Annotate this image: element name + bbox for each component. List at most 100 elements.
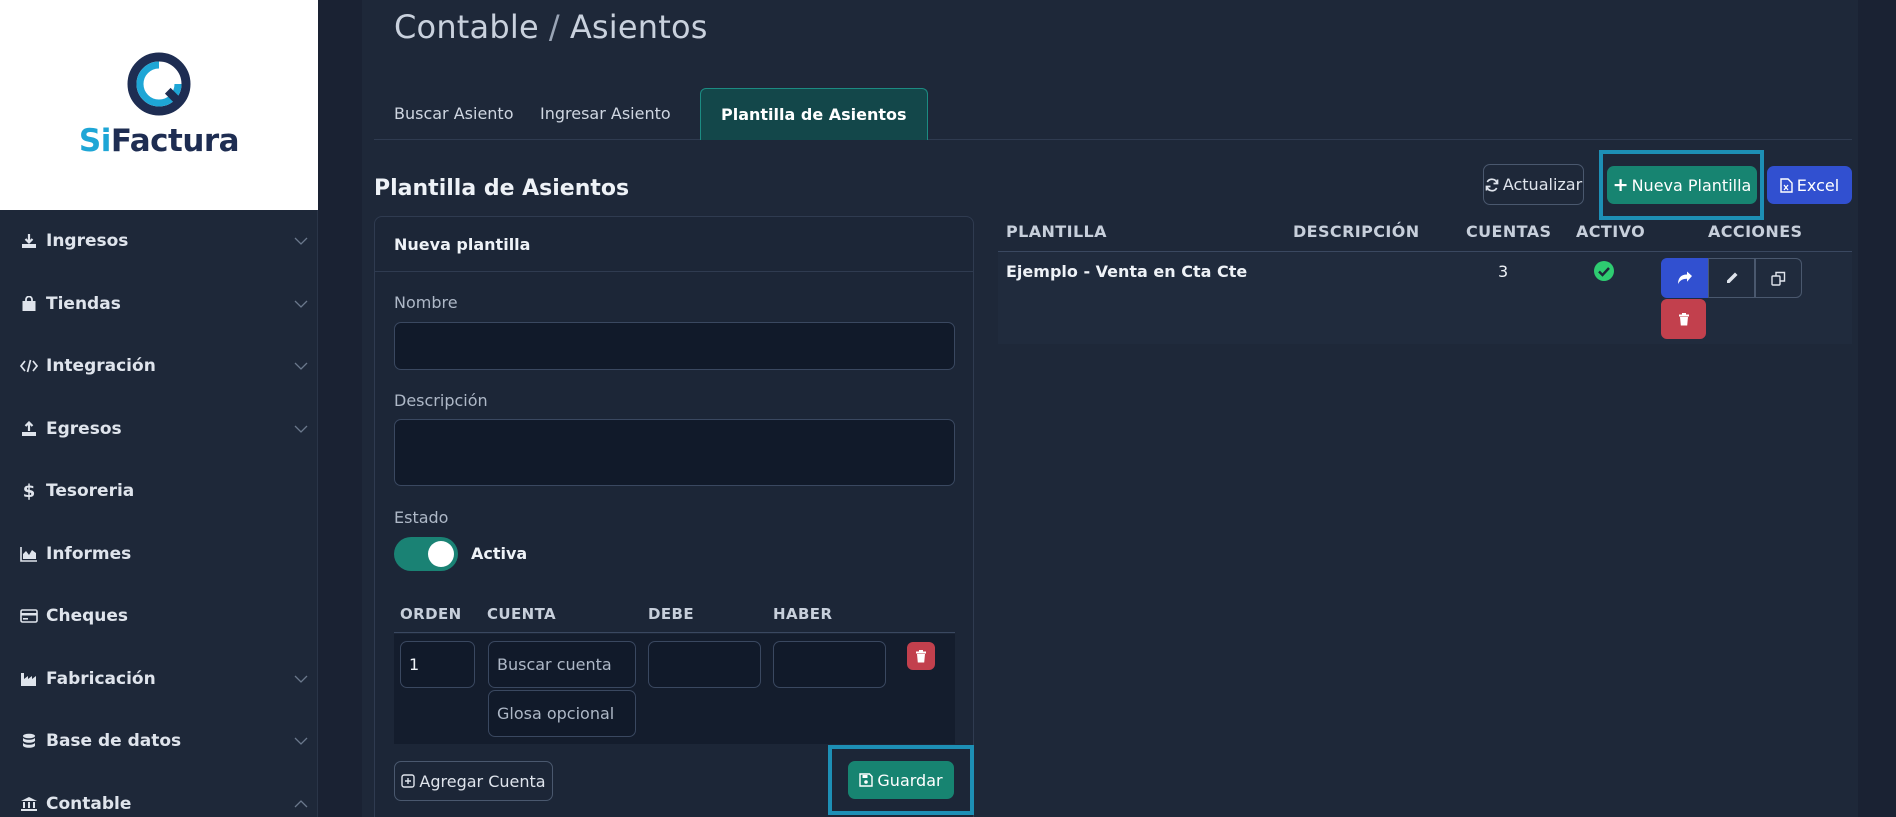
apply-template-button[interactable] [1661,258,1708,298]
breadcrumb: Contable / Asientos [394,8,708,46]
brand-logo[interactable]: SiFactura [0,0,318,210]
toggle-knob [428,541,454,567]
status-value: Activa [471,544,528,563]
accounts-table-header: ORDEN CUENTA DEBE HABER [394,597,955,633]
add-account-button[interactable]: Agregar Cuenta [394,761,553,801]
name-label: Nombre [394,293,458,312]
gloss-input[interactable]: Glosa opcional [488,690,636,737]
column-cuentas: CUENTAS [1466,222,1552,241]
sidebar-item-tesoreria[interactable]: $ Tesoreria [0,460,318,523]
sidebar-item-integracion[interactable]: Integración [0,335,318,398]
chevron-down-icon[interactable] [294,297,308,311]
pencil-icon [1726,272,1737,283]
sidebar-item-label: Contable [46,793,132,814]
add-account-label: Agregar Cuenta [419,771,546,791]
sidebar-item-label: Fabricación [46,668,156,689]
breadcrumb-asientos: Asientos [569,8,708,46]
delete-template-button[interactable] [1661,299,1706,339]
new-template-label: Nueva Plantilla [1631,175,1752,195]
name-input[interactable] [394,322,955,370]
share-icon [1677,271,1692,284]
sidebar-item-label: Cheques [46,606,129,627]
template-name: Ejemplo - Venta en Cta Cte [1006,262,1248,281]
trash-icon [916,649,926,662]
description-textarea[interactable] [394,419,955,486]
plus-square-icon [401,774,416,788]
industry-icon [20,670,38,688]
tab-buscar-asiento[interactable]: Buscar Asiento [374,88,534,140]
copy-icon [1771,271,1786,286]
tab-bar: Buscar Asiento Ingresar Asiento Plantill… [374,88,1852,140]
credit-card-icon [20,607,38,625]
refresh-label: Actualizar [1502,175,1583,194]
sidebar-item-label: Tiendas [46,293,121,314]
excel-button[interactable]: Excel [1767,166,1852,204]
tab-plantilla-de-asientos[interactable]: Plantilla de Asientos [700,88,928,140]
column-orden: ORDEN [400,605,462,623]
sidebar-item-informes[interactable]: Informes [0,523,318,586]
save-label: Guardar [877,770,943,790]
chevron-down-icon[interactable] [294,359,308,373]
refresh-button[interactable]: Actualizar [1483,164,1584,205]
sidebar-item-egresos[interactable]: Egresos [0,398,318,461]
sidebar-item-ingresos[interactable]: Ingresos [0,210,318,273]
sidebar-nav: Ingresos Tiendas Integración Egresos $ T… [0,210,318,817]
sidebar: SiFactura Ingresos Tiendas Integración E… [0,0,318,817]
status-label: Estado [394,508,449,527]
logo-mark-icon [127,52,191,116]
remove-account-button[interactable] [907,642,935,670]
debe-input[interactable] [648,641,761,688]
sidebar-item-contable[interactable]: Contable [0,773,318,817]
section-title: Plantilla de Asientos [374,176,630,201]
save-button[interactable]: Guardar [848,761,954,799]
table-row: Ejemplo - Venta en Cta Cte 3 [998,252,1852,344]
column-plantilla: PLANTILLA [1006,222,1107,241]
area-chart-icon [20,545,38,563]
sidebar-item-tiendas[interactable]: Tiendas [0,273,318,336]
sidebar-item-base-de-datos[interactable]: Base de datos [0,710,318,773]
chevron-down-icon[interactable] [294,672,308,686]
database-icon [20,732,38,750]
sidebar-item-fabricacion[interactable]: Fabricación [0,648,318,711]
status-toggle[interactable] [394,537,458,571]
new-template-button[interactable]: + Nueva Plantilla [1607,166,1757,204]
trash-icon [1678,312,1689,325]
breadcrumb-contable[interactable]: Contable [394,8,539,46]
column-cuenta: CUENTA [487,605,557,623]
template-form-card: Nueva plantilla Nombre Descripción Estad… [374,216,974,817]
plus-icon: + [1612,174,1629,196]
account-search-input[interactable]: Buscar cuenta [488,641,636,688]
account-row: 1 Buscar cuenta Glosa opcional [394,634,955,744]
dollar-icon: $ [22,480,36,502]
chevron-down-icon[interactable] [294,422,308,436]
logo-wordmark: SiFactura [78,123,240,159]
tab-ingresar-asiento[interactable]: Ingresar Asiento [520,88,691,140]
chevron-up-icon[interactable] [294,797,308,811]
column-descripcion: DESCRIPCIÓN [1293,222,1420,241]
description-label: Descripción [394,391,488,410]
download-icon [20,232,38,250]
sidebar-item-label: Ingresos [46,231,129,252]
sidebar-item-cheques[interactable]: Cheques [0,585,318,648]
duplicate-template-button[interactable] [1755,258,1802,298]
column-haber: HABER [773,605,833,623]
edit-template-button[interactable] [1708,258,1755,298]
chevron-down-icon[interactable] [294,734,308,748]
order-input[interactable]: 1 [400,641,475,688]
excel-label: Excel [1796,175,1840,195]
upload-icon [20,420,38,438]
sidebar-item-label: Tesoreria [46,481,135,502]
chevron-down-icon[interactable] [294,234,308,248]
sidebar-item-label: Base de datos [46,731,182,752]
card-title: Nueva plantilla [375,217,973,272]
main-panel: Contable / Asientos Buscar Asiento Ingresa… [362,0,1858,817]
check-circle-icon [1594,261,1614,281]
haber-input[interactable] [773,641,886,688]
bank-icon [20,795,38,813]
file-excel-icon [1780,177,1793,193]
code-icon [20,357,38,375]
template-accounts-count: 3 [1498,262,1509,281]
column-acciones: ACCIONES [1708,222,1803,241]
sidebar-item-label: Egresos [46,418,122,439]
sidebar-item-label: Informes [46,543,132,564]
